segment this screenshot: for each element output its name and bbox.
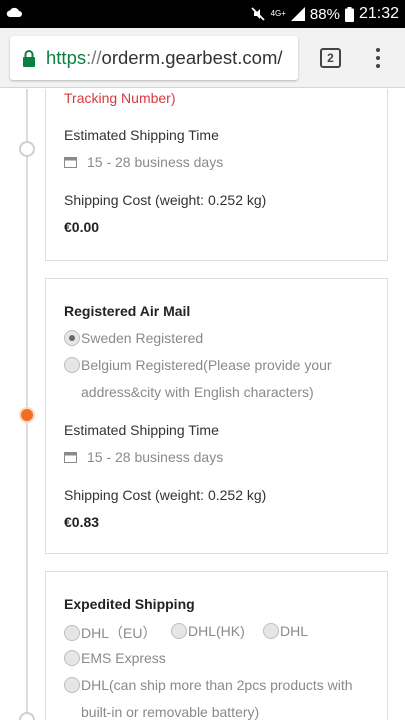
option-dhl-hk[interactable]: DHL(HK) xyxy=(171,623,245,639)
tracking-note: Tracking Number) xyxy=(64,90,176,106)
overflow-menu-button[interactable] xyxy=(370,46,386,70)
estimated-days-text: 15 - 28 business days xyxy=(87,154,224,170)
option-label: DHL xyxy=(280,623,309,639)
shipping-cost-label: Shipping Cost (weight: 0.252 kg) xyxy=(64,487,267,503)
option-label-continued: built-in or removable battery) xyxy=(81,704,260,720)
estimated-time-label: Estimated Shipping Time xyxy=(64,422,219,438)
shipping-cost-value: €0.83 xyxy=(64,514,100,530)
estimated-time-label: Estimated Shipping Time xyxy=(64,127,219,143)
clock: 21:32 xyxy=(358,5,399,22)
status-bar: 4G+ 88% 21:32 xyxy=(0,0,405,28)
menu-dot xyxy=(376,56,380,60)
signal-icon xyxy=(290,7,305,21)
menu-dot xyxy=(376,48,380,52)
option-dhl[interactable]: DHL xyxy=(263,623,308,639)
option-label: DHL（EU） xyxy=(81,625,157,641)
battery-icon xyxy=(344,6,354,22)
radio-checked[interactable] xyxy=(64,330,80,346)
address-bar[interactable]: https://orderm.gearbest.com/ xyxy=(10,36,298,80)
estimated-days-text: 15 - 28 business days xyxy=(87,449,224,465)
calendar-icon xyxy=(64,452,77,463)
shipping-card-standard: Tracking Number) Estimated Shipping Time… xyxy=(45,89,388,261)
radio-unchecked[interactable] xyxy=(64,677,80,693)
radio-unchecked[interactable] xyxy=(64,625,80,641)
timeline-dot xyxy=(19,712,35,720)
shipping-cost-label: Shipping Cost (weight: 0.252 kg) xyxy=(64,192,267,208)
option-label: DHL(HK) xyxy=(188,623,245,639)
option-sweden-registered[interactable]: Sweden Registered xyxy=(64,330,203,346)
timeline-dot xyxy=(19,141,35,157)
radio-unchecked[interactable] xyxy=(263,623,279,639)
option-ems-express[interactable]: EMS Express xyxy=(64,650,166,666)
url-separator: :// xyxy=(86,47,102,68)
card-title: Expedited Shipping xyxy=(64,596,195,612)
estimated-days: 15 - 28 business days xyxy=(64,154,223,170)
url-scheme: https xyxy=(46,47,87,68)
option-label-continued: address&city with English characters) xyxy=(81,384,314,400)
option-belgium-registered[interactable]: Belgium Registered(Please provide your xyxy=(64,357,332,373)
shipping-methods: Tracking Number) Estimated Shipping Time… xyxy=(0,89,405,720)
shipping-card-registered-air-mail: Registered Air Mail Sweden Registered Be… xyxy=(45,278,388,554)
estimated-days: 15 - 28 business days xyxy=(64,449,223,465)
option-dhl-eu[interactable]: DHL（EU） xyxy=(64,623,156,643)
menu-dot xyxy=(376,64,380,68)
timeline-dot-active xyxy=(19,407,35,423)
cloud-icon xyxy=(6,7,22,17)
radio-unchecked[interactable] xyxy=(171,623,187,639)
mute-icon xyxy=(250,7,265,21)
card-title: Registered Air Mail xyxy=(64,303,191,319)
url-host: orderm.gearbest.com/ xyxy=(101,47,283,68)
shipping-card-expedited: Expedited Shipping DHL（EU） DHL(HK) DHL E… xyxy=(45,571,388,720)
network-type: 4G+ xyxy=(270,9,286,18)
radio-unchecked[interactable] xyxy=(64,650,80,666)
option-label: EMS Express xyxy=(81,650,166,666)
battery-percent: 88% xyxy=(309,5,340,23)
url-text: https://orderm.gearbest.com/ xyxy=(46,47,283,69)
tab-switcher-button[interactable]: 2 xyxy=(320,48,341,68)
lock-icon xyxy=(23,50,35,67)
calendar-icon xyxy=(64,157,77,168)
shipping-cost-value: €0.00 xyxy=(64,219,100,235)
timeline-line xyxy=(26,89,28,720)
browser-toolbar: https://orderm.gearbest.com/ 2 xyxy=(0,28,405,88)
option-dhl-battery[interactable]: DHL(can ship more than 2pcs products wit… xyxy=(64,677,353,693)
option-label: Belgium Registered(Please provide your xyxy=(81,357,332,373)
option-label: DHL(can ship more than 2pcs products wit… xyxy=(81,677,353,693)
radio-unchecked[interactable] xyxy=(64,357,80,373)
option-label: Sweden Registered xyxy=(81,330,204,346)
